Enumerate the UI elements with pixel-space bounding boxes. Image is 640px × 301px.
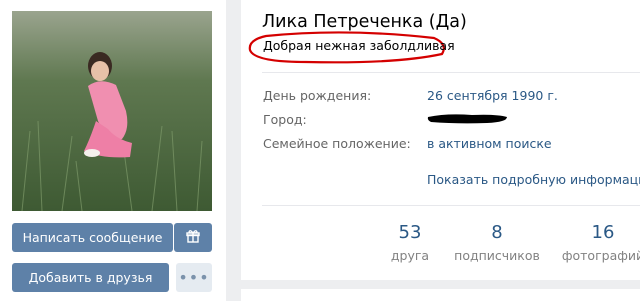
counter-photos[interactable]: 16 фотографий	[548, 222, 640, 263]
profile-photo[interactable]	[12, 11, 212, 211]
counter-number: 8	[491, 222, 503, 243]
gift-icon	[186, 229, 200, 246]
counter-caption: подписчиков	[454, 248, 540, 263]
profile-status[interactable]: Добрая нежная заболдливая	[263, 38, 455, 53]
counter-number: 16	[591, 222, 615, 243]
send-gift-button[interactable]	[174, 223, 212, 252]
relationship-value[interactable]: в активном поиске	[427, 136, 552, 151]
relationship-label: Семейное положение:	[263, 136, 411, 151]
send-message-button[interactable]: Написать сообщение	[12, 223, 173, 252]
city-redaction	[427, 114, 507, 124]
counter-caption: фотографий	[561, 248, 640, 263]
divider	[262, 72, 640, 73]
add-friend-label: Добавить в друзья	[28, 270, 153, 285]
next-card	[241, 289, 640, 301]
birthday-label: День рождения:	[263, 88, 372, 103]
divider	[262, 205, 640, 206]
more-dots-icon: •••	[178, 268, 210, 287]
city-label: Город:	[263, 112, 307, 127]
counter-followers[interactable]: 8 подписчиков	[442, 222, 552, 263]
send-message-label: Написать сообщение	[22, 230, 163, 245]
show-details-link[interactable]: Показать подробную информацию	[427, 172, 640, 187]
profile-name: Лика Петреченка (Да)	[262, 12, 467, 32]
birthday-value[interactable]: 26 сентября 1990 г.	[427, 88, 558, 103]
more-actions-button[interactable]: •••	[176, 263, 212, 292]
add-friend-button[interactable]: Добавить в друзья	[12, 263, 169, 292]
